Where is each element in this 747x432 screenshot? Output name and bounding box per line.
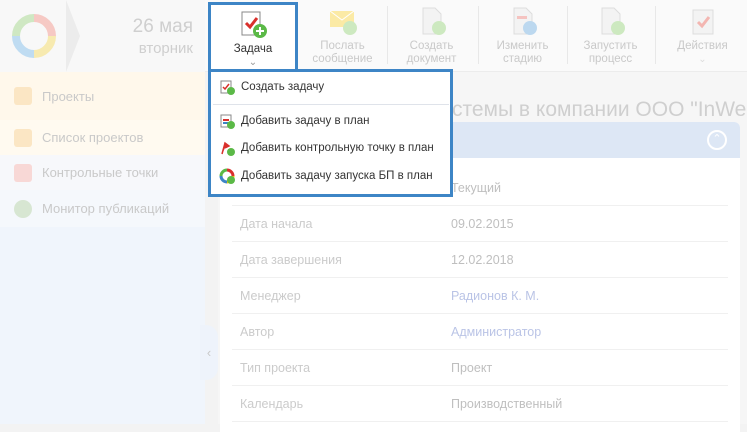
menu-divider xyxy=(213,104,449,105)
sidebar-item-checkpoints[interactable]: Контрольные точки xyxy=(0,155,205,190)
logo-area: 26 мая вторник xyxy=(0,0,205,72)
send-message-button[interactable]: Послать сообщение xyxy=(300,0,385,72)
menu-item-create-task[interactable]: Создать задачу xyxy=(219,79,324,95)
change-stage-icon xyxy=(513,7,537,35)
chevron-left-icon: ‹ xyxy=(206,345,212,360)
chevron-down-icon: ⌄ xyxy=(698,54,707,65)
business-process-icon xyxy=(219,168,235,184)
date-weekday: вторник xyxy=(138,40,193,57)
sidebar-item-projects[interactable]: Проекты xyxy=(0,72,205,120)
author-link[interactable]: Администратор xyxy=(451,325,541,339)
task-add-icon xyxy=(220,80,235,95)
detail-row: Календарь Производственный xyxy=(232,386,728,422)
logo-icon[interactable] xyxy=(10,12,58,60)
task-button[interactable]: Задача ⌄ xyxy=(208,2,298,74)
collapse-card-button[interactable]: ⌃ xyxy=(707,130,727,150)
actions-icon xyxy=(692,9,713,35)
plan-task-icon xyxy=(220,114,235,129)
detail-row: Автор Администратор xyxy=(232,314,728,350)
create-document-button[interactable]: Создать документ xyxy=(388,0,475,72)
globe-icon xyxy=(14,199,32,218)
sidebar: Проекты Список проектов Контрольные точк… xyxy=(0,72,205,424)
collapse-sidebar-button[interactable]: ‹ xyxy=(200,325,218,380)
detail-row: Менеджер Радионов К. М. xyxy=(232,278,728,314)
task-add-icon xyxy=(241,11,267,38)
detail-row: Дата завершения 12.02.2018 xyxy=(232,242,728,278)
checkpoints-icon xyxy=(14,163,32,182)
detail-row: Дата начала 09.02.2015 xyxy=(232,206,728,242)
chevron-up-icon: ⌃ xyxy=(712,133,722,145)
projects-icon xyxy=(14,87,32,105)
change-stage-button[interactable]: Изменить стадию xyxy=(480,0,565,72)
run-process-button[interactable]: Запустить процесс xyxy=(568,0,653,72)
page-title: стемы в компании ООО "InWes xyxy=(452,98,747,121)
detail-row: Тип проекта Проект xyxy=(232,350,728,386)
date-day: 26 мая xyxy=(132,16,193,37)
menu-item-add-task-to-plan[interactable]: Добавить задачу в план xyxy=(219,113,369,129)
manager-link[interactable]: Радионов К. М. xyxy=(451,289,539,303)
checkpoint-icon xyxy=(221,141,235,156)
sidebar-item-publication-monitor[interactable]: Монитор публикаций xyxy=(0,190,205,227)
actions-button[interactable]: Действия ⌄ xyxy=(660,0,745,72)
chevron-down-icon: ⌄ xyxy=(248,57,258,68)
sidebar-item-project-list[interactable]: Список проектов xyxy=(0,120,205,155)
project-list-icon xyxy=(14,128,32,147)
run-process-icon xyxy=(601,7,625,35)
document-add-icon xyxy=(422,7,446,35)
menu-item-add-checkpoint[interactable]: Добавить контрольную точку в план xyxy=(219,140,434,156)
menu-item-add-bp-task[interactable]: Добавить задачу запуска БП в план xyxy=(219,168,433,184)
task-dropdown-menu: Создать задачу Добавить задачу в план До… xyxy=(208,69,453,197)
envelope-icon xyxy=(329,10,357,35)
